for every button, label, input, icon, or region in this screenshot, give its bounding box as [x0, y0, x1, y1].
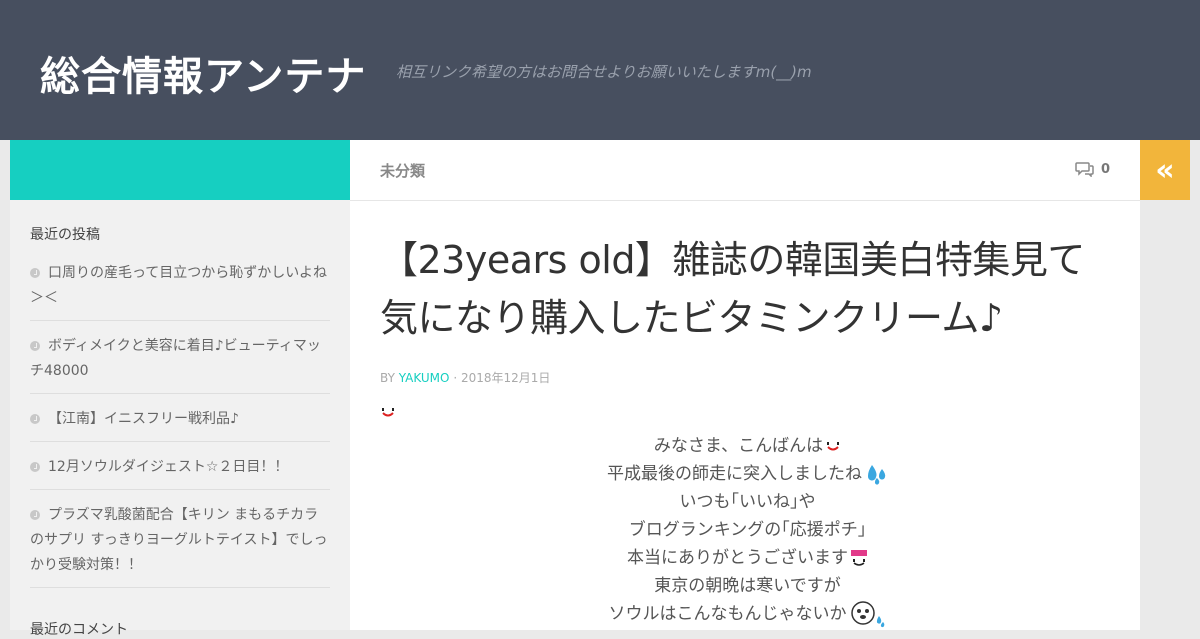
- comment-count[interactable]: 0: [1075, 161, 1110, 177]
- body-line: 本当にありがとうございます: [380, 544, 1115, 572]
- body-line: みなさま、こんばんは: [380, 432, 1115, 460]
- thank-you-emoji-icon: [851, 550, 867, 566]
- recent-post-link[interactable]: 口周りの産毛って目立つから恥ずかしいよね＞＜: [30, 265, 327, 306]
- recent-posts-list: 口周りの産毛って目立つから恥ずかしいよね＞＜ ボディメイクと美容に着目♪ビューテ…: [30, 258, 330, 598]
- list-item: 12月ソウルダイジェスト☆２日目！！: [30, 452, 330, 490]
- clock-icon: [30, 462, 40, 472]
- list-item: 【江南】イニスフリー戦利品♪: [30, 404, 330, 442]
- sidebar-toggle-button[interactable]: «: [1140, 140, 1190, 200]
- clock-icon: [30, 414, 40, 424]
- post-body: みなさま、こんばんは 平成最後の師走に突入しましたね いつも｢いいね｣や ブログ…: [380, 432, 1115, 628]
- recent-post-link[interactable]: プラズマ乳酸菌配合【キリン まもるチカラのサプリ すっきりヨーグルトテイスト】で…: [30, 507, 327, 573]
- body-line: 平成最後の師走に突入しましたね: [380, 460, 1115, 488]
- author-link[interactable]: YAKUMO: [399, 371, 450, 385]
- sweat-drop-icon: [867, 465, 886, 485]
- sidebar: 最近の投稿 口周りの産毛って目立つから恥ずかしいよね＞＜ ボディメイクと美容に着…: [10, 200, 350, 638]
- body-line: いつも｢いいね｣や: [380, 488, 1115, 516]
- recent-comments-title: 最近のコメント: [30, 622, 128, 638]
- post-content: 【23years old】雑誌の韓国美白特集見て気になり購入したビタミンクリーム…: [350, 201, 1140, 630]
- body-line-text: 本当にありがとうございます: [627, 548, 848, 568]
- body-line-text: いつも｢いいね｣や: [679, 492, 816, 512]
- body-line-text: ソウルはこんなもんじゃないか: [608, 604, 847, 624]
- comments-icon: [1075, 162, 1094, 177]
- body-line-text: みなさま、こんばんは: [653, 436, 824, 456]
- content-topbar: 未分類 0: [350, 140, 1140, 201]
- smile-emoji-icon: [827, 442, 840, 451]
- sidebar-header: [10, 140, 350, 200]
- clock-icon: [30, 268, 40, 278]
- recent-post-link[interactable]: 【江南】イニスフリー戦利品♪: [48, 411, 239, 427]
- site-header: 総合情報アンテナ 相互リンク希望の方はお問合せよりお願いいたしますm(__)m: [0, 0, 1200, 140]
- recent-post-link[interactable]: ボディメイクと美容に着目♪ビューティマッチ48000: [30, 338, 321, 379]
- post-byline: BY YAKUMO · 2018年12月1日: [380, 369, 550, 386]
- smile-emoji-icon: [382, 408, 394, 417]
- category-link[interactable]: 未分類: [380, 160, 425, 181]
- site-description: 相互リンク希望の方はお問合せよりお願いいたしますm(__)m: [396, 63, 812, 81]
- body-line-text: 平成最後の師走に突入しましたね: [607, 464, 862, 484]
- body-line: 東京の朝晩は寒いですが: [380, 572, 1115, 600]
- post-date: · 2018年12月1日: [453, 371, 551, 385]
- byline-prefix: BY: [380, 371, 395, 385]
- recent-posts-title: 最近の投稿: [30, 227, 100, 243]
- clock-icon: [30, 341, 40, 351]
- list-item: 口周りの産毛って目立つから恥ずかしいよね＞＜: [30, 258, 330, 321]
- body-line-text: 東京の朝晩は寒いですが: [654, 576, 841, 596]
- seal-emoji-icon: [850, 601, 884, 628]
- list-item: プラズマ乳酸菌配合【キリン まもるチカラのサプリ すっきりヨーグルトテイスト】で…: [30, 500, 330, 588]
- body-line: ソウルはこんなもんじゃないか: [380, 600, 1115, 628]
- list-item: ボディメイクと美容に着目♪ビューティマッチ48000: [30, 331, 330, 394]
- body-line: ブログランキングの｢応援ポチ｣: [380, 516, 1115, 544]
- site-title[interactable]: 総合情報アンテナ: [40, 44, 366, 102]
- comment-count-value: 0: [1100, 161, 1110, 177]
- post-title: 【23years old】雑誌の韓国美白特集見て気になり購入したビタミンクリーム…: [380, 238, 1085, 340]
- body-line-text: ブログランキングの｢応援ポチ｣: [628, 520, 867, 540]
- recent-post-link[interactable]: 12月ソウルダイジェスト☆２日目！！: [48, 459, 288, 475]
- clock-icon: [30, 510, 40, 520]
